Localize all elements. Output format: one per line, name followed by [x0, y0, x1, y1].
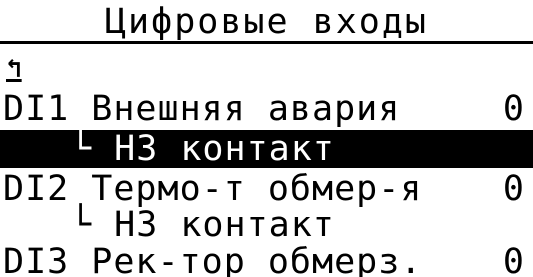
- di2-value: 0: [502, 169, 525, 209]
- menu-item-di2[interactable]: DI2 Термо-т обмер-я 0: [0, 170, 533, 208]
- di3-label: DI3 Рек-тор обмерз.: [3, 242, 423, 277]
- back-button[interactable]: ↰: [0, 50, 60, 88]
- di2-label: DI2 Термо-т обмер-я: [3, 169, 423, 209]
- menu-item-di2-contact-type[interactable]: └ НЗ контакт: [0, 206, 533, 244]
- di1-label: DI1 Внешняя авария: [3, 89, 401, 129]
- lcd-screen: Цифровые входы ↰ DI1 Внешняя авария 0 └ …: [0, 0, 533, 277]
- menu-item-di1[interactable]: DI1 Внешняя авария 0: [0, 90, 533, 128]
- screen-title: Цифровые входы: [104, 2, 428, 42]
- di1-value: 0: [502, 89, 525, 129]
- di3-value: 0: [502, 242, 525, 277]
- menu-item-di3[interactable]: DI3 Рек-тор обмерз. 0: [0, 243, 533, 277]
- di2-contact-type: └ НЗ контакт: [70, 205, 335, 245]
- back-arrow-icon: ↰: [6, 54, 22, 84]
- header: Цифровые входы: [0, 0, 533, 44]
- di1-contact-type: └ НЗ контакт: [70, 129, 335, 169]
- menu-item-di1-contact-type[interactable]: └ НЗ контакт: [0, 130, 533, 168]
